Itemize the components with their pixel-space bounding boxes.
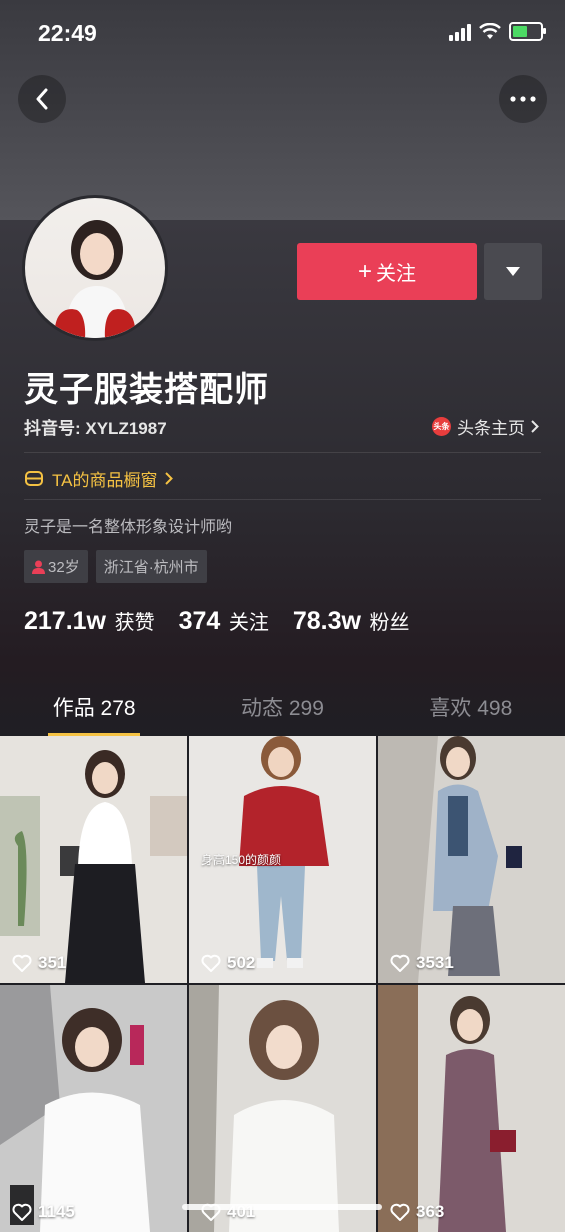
stat-following[interactable]: 374 关注 [179, 606, 269, 636]
tab-moments[interactable]: 动态 299 [188, 686, 376, 736]
follow-label: 关注 [376, 263, 416, 285]
divider [24, 499, 541, 500]
profile-stats: 217.1w 获赞 374 关注 78.3w 粉丝 [24, 606, 410, 636]
profile-bio: 灵子是一名整体形象设计师哟 [24, 519, 233, 536]
chevron-right-icon [165, 472, 174, 485]
signal-icon [449, 23, 471, 41]
stat-number: 217.1w [24, 607, 107, 635]
video-likes-count: 351 [38, 953, 67, 972]
recommend-dropdown-button[interactable] [484, 243, 542, 300]
shop-icon [25, 471, 43, 486]
video-caption: 身高150的颜颜 [201, 853, 282, 867]
toutiao-logo-icon: 头条 [432, 417, 451, 436]
profile-tabs: 作品 278 动态 299 喜欢 498 [0, 686, 565, 736]
stat-label: 关注 [228, 612, 269, 634]
stat-fans[interactable]: 78.3w 粉丝 [293, 606, 410, 636]
video-likes-count: 1145 [38, 1202, 75, 1221]
more-dots-icon [510, 96, 536, 102]
heart-icon [12, 1203, 32, 1221]
video-likes: 363 [390, 1202, 444, 1222]
divider [24, 452, 541, 453]
back-button[interactable] [18, 75, 66, 123]
avatar[interactable] [22, 195, 168, 341]
video-likes-count: 502 [227, 953, 256, 972]
more-button[interactable] [499, 75, 547, 123]
tab-likes[interactable]: 喜欢 498 [377, 686, 565, 736]
chevron-right-icon [531, 420, 539, 433]
status-icons [449, 22, 546, 41]
video-likes: 3531 [390, 953, 454, 973]
profile-name: 灵子服装搭配师 [24, 371, 269, 409]
stat-number: 78.3w [292, 607, 361, 635]
status-bar: 22:49 [0, 0, 565, 68]
video-thumbnail[interactable]: 1145 [0, 985, 187, 1232]
stat-number: 374 [178, 607, 221, 635]
shop-window-link[interactable]: TA的商品橱窗 [24, 466, 174, 491]
triangle-down-icon [506, 267, 520, 276]
video-likes: 502 [201, 953, 255, 973]
video-likes-count: 363 [416, 1202, 445, 1221]
heart-icon [390, 1203, 410, 1221]
video-likes: 1145 [12, 1202, 75, 1222]
status-time: 22:49 [38, 20, 97, 46]
video-likes-count: 3531 [416, 953, 454, 972]
video-thumbnail[interactable]: 身高150的颜颜 502 [189, 736, 376, 983]
toutiao-link-label: 头条主页 [457, 419, 525, 438]
douyin-id: 抖音号: XYLZ1987 [24, 419, 167, 438]
home-indicator[interactable] [182, 1204, 382, 1210]
location-tag-label: 浙江省·杭州市 [103, 559, 199, 576]
video-thumbnail[interactable]: 363 [378, 985, 565, 1232]
plus-icon: + [357, 257, 372, 285]
location-tag: 浙江省·杭州市 [95, 550, 207, 583]
female-user-icon [32, 560, 45, 574]
shop-window-label: TA的商品橱窗 [52, 471, 158, 490]
video-thumbnail[interactable]: 351 [0, 736, 187, 983]
stat-likes: 217.1w 获赞 [24, 606, 155, 636]
toutiao-homepage-link[interactable]: 头条 头条主页 [432, 414, 539, 439]
age-tag-label: 32岁 [48, 559, 80, 576]
video-likes: 351 [12, 953, 66, 973]
tab-works[interactable]: 作品 278 [0, 686, 188, 736]
follow-button[interactable]: + 关注 [297, 243, 477, 300]
stat-label: 获赞 [114, 612, 155, 634]
video-thumbnail[interactable]: 3531 [378, 736, 565, 983]
profile-tags: 32岁 浙江省·杭州市 [24, 550, 207, 583]
heart-icon [12, 954, 32, 972]
video-thumbnail[interactable]: 401 [189, 985, 376, 1232]
avatar-image [25, 198, 165, 338]
video-grid: 351 身高150的颜颜 502 3531 1145 401 363 [0, 736, 565, 1232]
heart-icon [390, 954, 410, 972]
battery-icon [509, 22, 546, 41]
age-tag: 32岁 [24, 550, 88, 583]
heart-icon [201, 954, 221, 972]
wifi-icon [479, 23, 501, 39]
stat-label: 粉丝 [369, 612, 410, 634]
chevron-left-icon [36, 88, 48, 110]
